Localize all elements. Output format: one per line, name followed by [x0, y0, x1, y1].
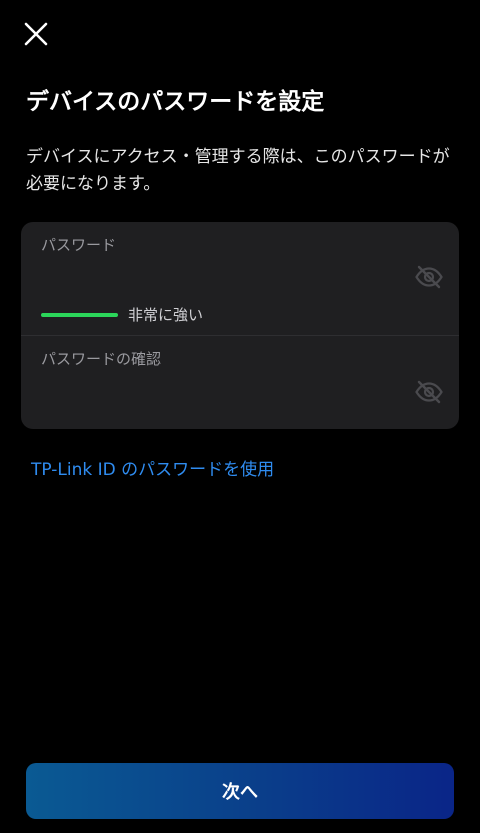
page-title: デバイスのパスワードを設定: [26, 89, 325, 115]
password-strength-label: 非常に強い: [128, 306, 204, 324]
confirm-password-label: パスワードの確認: [41, 350, 162, 368]
confirm-password-visibility-toggle[interactable]: [413, 378, 445, 406]
password-input[interactable]: [41, 262, 401, 292]
password-visibility-toggle[interactable]: [413, 263, 445, 291]
password-label: パスワード: [41, 236, 117, 254]
next-button[interactable]: 次へ: [26, 763, 454, 819]
confirm-password-field: パスワードの確認: [21, 336, 459, 429]
close-icon: [24, 22, 48, 46]
confirm-password-input[interactable]: [41, 376, 401, 406]
use-tplink-id-password-link[interactable]: TP-Link ID のパスワードを使用: [31, 458, 274, 482]
page-description: デバイスにアクセス・管理する際は、このパスワードが必要になります。: [26, 147, 450, 194]
close-button[interactable]: [18, 16, 54, 52]
eye-off-icon: [415, 380, 443, 404]
password-field: パスワード 非常に強い: [21, 222, 459, 335]
password-form-card: パスワード 非常に強い パスワードの確認: [21, 222, 459, 429]
password-strength-bar: [41, 313, 118, 317]
eye-off-icon: [415, 265, 443, 289]
